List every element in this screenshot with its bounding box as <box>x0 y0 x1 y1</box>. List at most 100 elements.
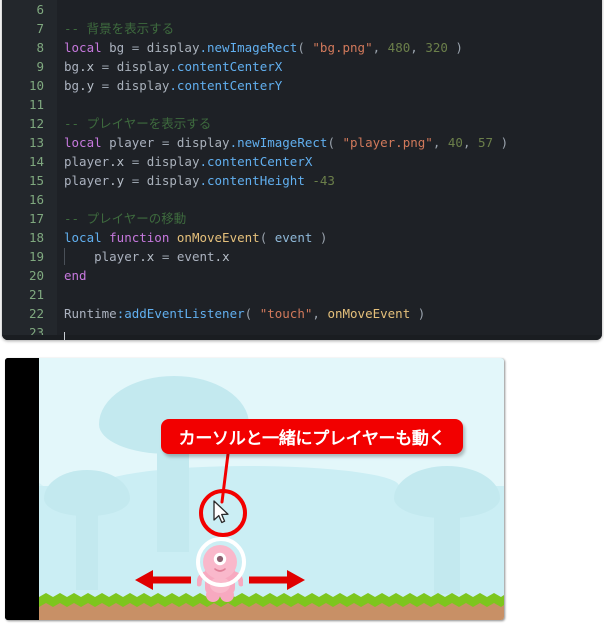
code-token: = <box>161 135 177 150</box>
code-token: .x <box>139 249 162 264</box>
code-token: bg <box>64 78 80 93</box>
code-token: .y <box>109 173 132 188</box>
code-text: player.x = event.x <box>64 247 230 266</box>
code-token: .x <box>109 154 132 169</box>
code-text: player.x = display.contentCenterX <box>64 152 312 171</box>
editor-caret <box>64 332 65 340</box>
code-line[interactable]: 20 end <box>2 266 602 285</box>
line-number: 14 <box>28 154 44 169</box>
code-line[interactable]: 14 player.x = display.contentCenterX <box>2 152 602 171</box>
code-token: 480 <box>387 40 411 55</box>
code-text: local bg = display.newImageRect( "bg.png… <box>64 38 463 57</box>
code-line[interactable]: 19 player.x = event.x <box>2 247 602 266</box>
code-token: ( <box>244 306 260 321</box>
line-number: 8 <box>36 40 44 55</box>
code-token: onMoveEvent <box>327 306 411 321</box>
code-line[interactable]: 12 -- プレイヤーを表示する <box>2 114 602 133</box>
code-line[interactable]: 22 Runtime:addEventListener( "touch", onM… <box>2 304 602 323</box>
code-token: .contentCenterX <box>199 154 313 169</box>
code-token: display <box>176 135 230 150</box>
code-line[interactable]: 13 local player = display.newImageRect( "… <box>2 133 602 152</box>
code-line[interactable]: 18 local function onMoveEvent( event ) <box>2 228 602 247</box>
code-token: bg <box>64 59 80 74</box>
line-number: 17 <box>28 211 44 226</box>
code-token: .contentCenterY <box>169 78 283 93</box>
code-token: display <box>146 154 200 169</box>
arrow-right-icon <box>249 570 305 590</box>
line-number: 11 <box>28 97 44 112</box>
callout-bubble: カーソルと一緒にプレイヤーも動く <box>161 419 463 454</box>
line-number: 22 <box>28 306 44 321</box>
line-number: 10 <box>28 78 44 93</box>
code-token: local <box>64 230 110 245</box>
line-number: 20 <box>28 268 44 283</box>
code-line[interactable]: 15 player.y = display.contentHeight -43 <box>2 171 602 190</box>
screenshot-root: 6 7 -- 背景を表示する 8 local bg = display.newImage… <box>0 0 604 625</box>
code-token: .x <box>214 249 230 264</box>
code-text: -- 背景を表示する <box>64 19 174 38</box>
code-token: , <box>372 40 388 55</box>
code-token: , <box>410 40 426 55</box>
grass-zigzag-edge <box>39 593 504 601</box>
code-token: = <box>131 154 147 169</box>
code-token: = <box>161 249 177 264</box>
code-line[interactable]: 9 bg.x = display.contentCenterX <box>2 57 602 76</box>
line-number: 9 <box>36 59 44 74</box>
code-token: .contentCenterX <box>169 59 283 74</box>
code-line[interactable]: 11 <box>2 95 602 114</box>
arrow-left-icon <box>135 570 191 590</box>
code-token: function <box>109 230 177 245</box>
code-token: player <box>64 154 110 169</box>
line-number: 21 <box>28 287 44 302</box>
code-text: player.y = display.contentHeight -43 <box>64 171 335 190</box>
code-line[interactable]: 17 -- プレイヤーの移動 <box>2 209 602 228</box>
code-token: "touch" <box>259 306 313 321</box>
code-token: = <box>131 40 147 55</box>
line-number: 16 <box>28 192 44 207</box>
code-line[interactable]: 7 -- 背景を表示する <box>2 19 602 38</box>
code-text: -- プレイヤーを表示する <box>64 114 211 133</box>
code-token: display <box>116 78 170 93</box>
code-token: :addEventListener <box>116 306 245 321</box>
editor-code-area[interactable]: 6 7 -- 背景を表示する 8 local bg = display.newImage… <box>2 0 602 340</box>
code-token: = <box>101 78 117 93</box>
code-token: -- 背景を表示する <box>64 21 175 36</box>
code-token: , <box>432 135 448 150</box>
code-text: local function onMoveEvent( event ) <box>64 228 327 247</box>
code-line[interactable]: 21 <box>2 285 602 304</box>
code-token: end <box>64 268 87 283</box>
code-token: = <box>131 173 147 188</box>
editor-bottom-bar <box>2 335 602 340</box>
code-token: Runtime <box>64 306 117 321</box>
code-token: event <box>176 249 215 264</box>
code-token: ( <box>259 230 275 245</box>
code-line[interactable]: 16 <box>2 190 602 209</box>
code-line[interactable]: 6 <box>2 0 602 19</box>
code-token: ) <box>493 135 509 150</box>
background-band-hill <box>99 466 399 506</box>
code-line[interactable]: 8 local bg = display.newImageRect( "bg.pn… <box>2 38 602 57</box>
code-token: display <box>146 40 200 55</box>
code-token: display <box>146 173 200 188</box>
code-token: event <box>274 230 313 245</box>
code-token: 40 <box>447 135 463 150</box>
code-token: = <box>101 59 117 74</box>
dirt-zigzag-edge <box>39 603 504 611</box>
player-highlight-ring <box>196 537 246 587</box>
code-token: ( <box>327 135 343 150</box>
code-token: .x <box>79 59 102 74</box>
code-token: onMoveEvent <box>176 230 260 245</box>
code-text: local player = display.newImageRect( "pl… <box>64 133 508 152</box>
code-token: local <box>64 135 110 150</box>
code-token: player <box>109 135 162 150</box>
simulator-left-bezel <box>5 358 39 620</box>
code-editor[interactable]: 6 7 -- 背景を表示する 8 local bg = display.newImage… <box>2 0 602 340</box>
line-number: 12 <box>28 116 44 131</box>
code-token: display <box>116 59 170 74</box>
code-token: 57 <box>478 135 494 150</box>
code-line[interactable]: 10 bg.y = display.contentCenterY <box>2 76 602 95</box>
code-token: .contentHeight <box>199 173 313 188</box>
line-number: 15 <box>28 173 44 188</box>
line-number: 18 <box>28 230 44 245</box>
code-token: .y <box>79 78 102 93</box>
